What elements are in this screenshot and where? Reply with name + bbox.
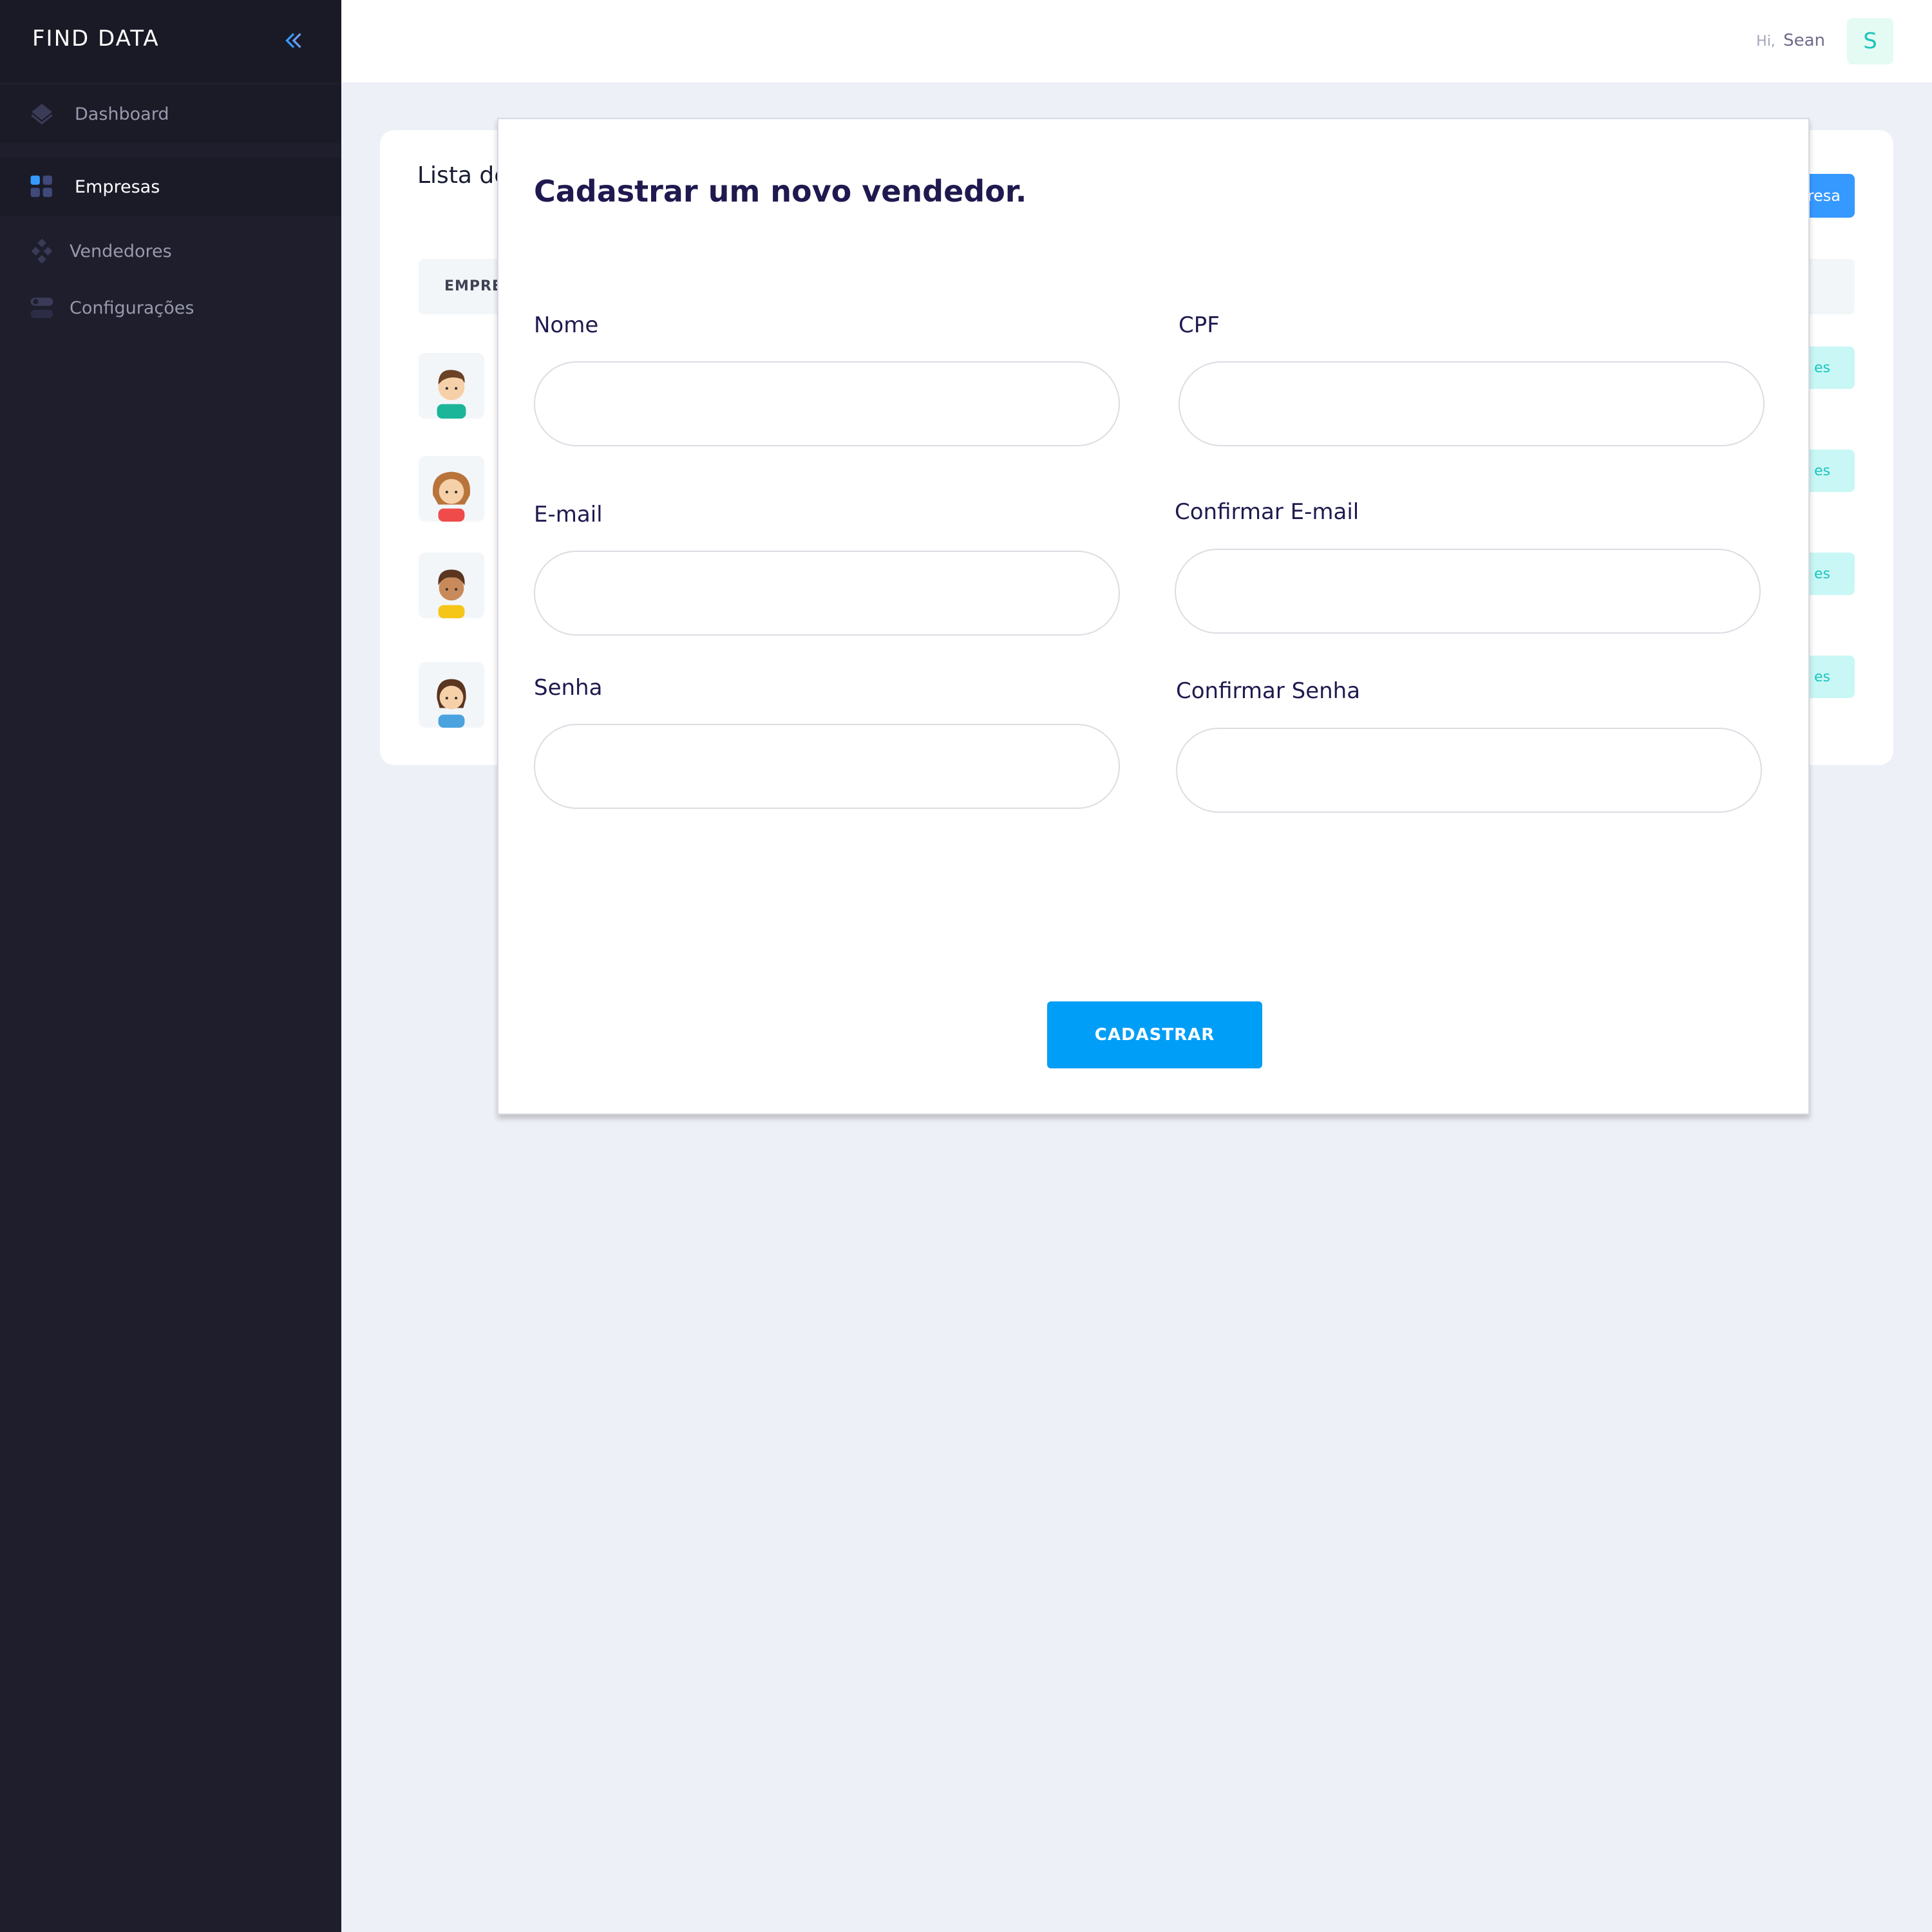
senha-label: Senha: [534, 675, 603, 701]
layers-icon: [31, 104, 53, 125]
user-greeting: Hi, Sean: [1756, 31, 1825, 50]
user-avatar[interactable]: S: [1847, 18, 1893, 64]
avatar: [419, 553, 484, 618]
avatar: [419, 353, 484, 419]
email-input[interactable]: [534, 551, 1120, 636]
cadastrar-button[interactable]: CADASTRAR: [1047, 1001, 1262, 1068]
modal-title: Cadastrar um novo vendedor.: [534, 174, 1027, 209]
boy-avatar-icon: [437, 370, 466, 419]
sidebar-item-label: Vendedores: [70, 242, 172, 261]
sidebar-item-label: Configurações: [70, 298, 194, 318]
sidebar-item-dashboard[interactable]: Dashboard: [0, 85, 341, 143]
avatar: [419, 662, 484, 728]
confirm-senha-label: Confirmar Senha: [1176, 678, 1361, 704]
girl-braids-avatar-icon: [437, 679, 466, 728]
avatar: [419, 456, 484, 522]
sidebar-item-label: Empresas: [75, 177, 160, 197]
sidebar-item-vendedores[interactable]: Vendedores: [0, 222, 341, 280]
grid-icon: [30, 175, 52, 197]
cpf-input[interactable]: [1179, 361, 1765, 446]
toggle-icon: [30, 298, 53, 318]
sidebar-brand: FIND DATA: [0, 0, 341, 82]
cpf-label: CPF: [1179, 312, 1220, 338]
diamond-grid-icon: [31, 239, 53, 263]
card-title: Lista de: [417, 162, 509, 189]
boy-curly-avatar-icon: [438, 569, 465, 618]
email-label: E-mail: [534, 502, 603, 527]
girl-avatar-icon: [432, 471, 471, 522]
brand-logo-text: FIND DATA: [32, 26, 160, 52]
confirm-senha-input[interactable]: [1176, 728, 1762, 813]
sidebar: FIND DATA Dashboard Empresas Vendedores: [0, 0, 341, 1932]
senha-input[interactable]: [534, 724, 1120, 809]
confirm-email-label: Confirmar E-mail: [1175, 499, 1359, 525]
collapse-sidebar-icon[interactable]: [282, 29, 305, 52]
sidebar-item-label: Dashboard: [75, 104, 169, 124]
greeting-prefix: Hi,: [1756, 33, 1776, 50]
column-header-empresa: EMPRE: [444, 278, 503, 294]
sidebar-item-empresas[interactable]: Empresas: [0, 158, 341, 216]
nome-label: Nome: [534, 312, 599, 338]
confirm-email-input[interactable]: [1175, 549, 1761, 634]
sidebar-item-configuracoes[interactable]: Configurações: [0, 279, 341, 337]
nome-input[interactable]: [534, 361, 1120, 446]
cadastro-vendedor-modal: Cadastrar um novo vendedor. Nome CPF E-m…: [497, 118, 1810, 1115]
top-header: Hi, Sean S: [341, 0, 1932, 82]
user-name: Sean: [1783, 31, 1825, 50]
